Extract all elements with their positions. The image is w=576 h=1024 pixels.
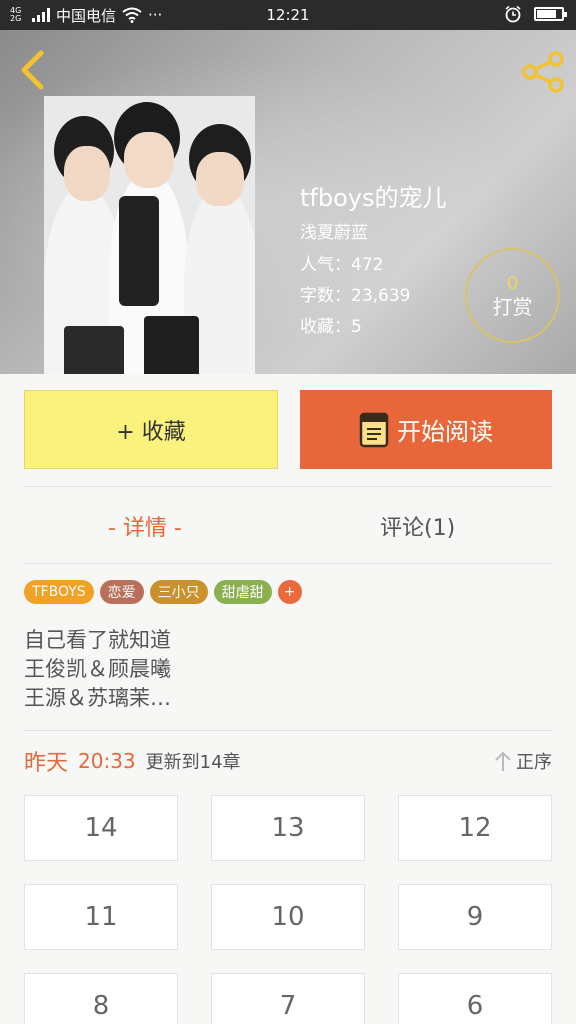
stat-label: 人气： [300,255,351,275]
stat-value: 5 [351,317,362,337]
stat-value: 472 [351,255,384,275]
clock: 12:21 [266,6,310,24]
chapter-button[interactable]: 9 [398,884,552,950]
update-info: 昨天 20:33 更新到14章 正序 [24,746,552,776]
tip-count: 0 [506,272,519,294]
update-day: 昨天 [24,751,69,776]
chevron-left-icon [21,50,44,90]
update-text: 更新到14章 [145,752,241,773]
tip-button[interactable]: 0 打赏 [465,248,560,343]
word-count-stat: 字数：23,639 [300,281,410,306]
status-bar: 4G 2G 中国电信 ··· 12:21 [0,0,576,30]
tab-detail[interactable]: - 详情 - [108,506,182,546]
update-time: 20:33 [78,749,136,773]
chapter-button[interactable]: 14 [24,795,178,861]
description-line: 自己看了就知道 [24,628,171,652]
divider [24,730,552,731]
start-reading-button[interactable]: 开始阅读 [300,390,552,469]
book-cover[interactable] [44,96,255,374]
collect-button[interactable]: + 收藏 [24,390,278,469]
battery-icon [534,7,567,21]
description-line: 王源＆苏璃茉… [24,686,171,710]
sort-order-button[interactable]: 正序 [494,748,552,774]
popularity-stat: 人气：472 [300,250,383,275]
divider [24,563,552,564]
chapter-button[interactable]: 6 [398,973,552,1024]
start-reading-label: 开始阅读 [397,418,493,446]
tag-sweet[interactable]: 甜虐甜 [213,580,272,604]
tab-comments[interactable]: 评论(1) [380,506,455,546]
book-icon [359,412,389,447]
add-tag-button[interactable]: + [277,580,302,604]
back-button[interactable] [14,48,50,92]
chapter-button[interactable]: 13 [211,795,365,861]
book-header: tfboys的宠儿 浅夏蔚蓝 人气：472 字数：23,639 收藏：5 0 打… [0,30,576,374]
stat-label: 字数： [300,286,351,306]
stat-value: 23,639 [351,286,411,306]
collect-label: + 收藏 [116,419,186,445]
divider [24,486,552,487]
arrow-up-icon [495,751,511,771]
chapter-button[interactable]: 11 [24,884,178,950]
chapter-button[interactable]: 10 [211,884,365,950]
tag-romance[interactable]: 恋爱 [99,580,144,604]
alarm-icon [505,5,521,23]
book-title: tfboys的宠儿 [300,184,447,212]
book-description: 自己看了就知道 王俊凯＆顾晨曦 王源＆苏璃茉… [24,626,171,713]
book-detail-screen: 4G 2G 中国电信 ··· 12:21 tfboys的宠儿 浅夏蔚蓝 人气：4… [0,0,576,1024]
chapter-button[interactable]: 7 [211,973,365,1024]
tip-label: 打赏 [492,294,533,319]
favorites-stat: 收藏：5 [300,312,362,337]
sort-order-label: 正序 [516,752,552,773]
tag-three[interactable]: 三小只 [149,580,208,604]
stat-label: 收藏： [300,317,351,337]
book-author[interactable]: 浅夏蔚蓝 [300,218,368,243]
chapter-button[interactable]: 8 [24,973,178,1024]
tag-tfboys[interactable]: TFBOYS [24,580,94,604]
tag-list: TFBOYS 恋爱 三小只 甜虐甜 + [24,580,302,604]
description-line: 王俊凯＆顾晨曦 [24,657,171,681]
chapter-button[interactable]: 12 [398,795,552,861]
share-icon[interactable] [520,50,568,94]
